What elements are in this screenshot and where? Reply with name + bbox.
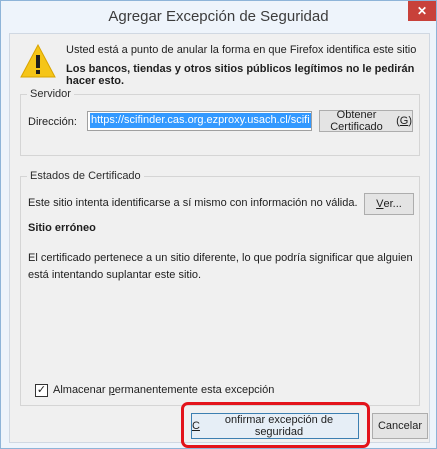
certificate-legend: Estados de Certificado: [27, 170, 144, 182]
close-icon: ✕: [416, 4, 428, 18]
address-value: https://scifinder.cas.org.ezproxy.usach.…: [90, 113, 311, 128]
view-certificate-button[interactable]: Ver...: [364, 193, 414, 215]
view-label-rest: er...: [383, 198, 402, 210]
address-input[interactable]: https://scifinder.cas.org.ezproxy.usach.…: [87, 111, 312, 131]
get-certificate-label: Obtener Certificado: [330, 109, 383, 133]
get-certificate-button[interactable]: Obtener Certificado (G): [319, 109, 413, 133]
warning-text: Usted está a punto de anular la forma en…: [66, 44, 417, 56]
dialog-title: Agregar Excepción de Seguridad: [108, 8, 329, 25]
warning-icon: [20, 44, 56, 78]
permanent-checkbox-label[interactable]: Almacenar permanentemente esta excepción: [53, 384, 274, 396]
certificate-status-group: Estados de Certificado Este sitio intent…: [20, 170, 420, 406]
server-legend: Servidor: [27, 88, 74, 100]
warning-bold-text: Los bancos, tiendas y otros sitios públi…: [66, 63, 415, 87]
close-button[interactable]: ✕: [408, 1, 436, 21]
cancel-button[interactable]: Cancelar: [372, 413, 428, 439]
dialog-body: Usted está a punto de anular la forma en…: [9, 33, 430, 448]
title-bar[interactable]: Agregar Excepción de Seguridad ✕: [1, 1, 436, 31]
certificate-problem-description: El certificado pertenece a un sitio dife…: [28, 252, 413, 281]
dialog-window: Agregar Excepción de Seguridad ✕ Usted e…: [0, 0, 437, 449]
view-accel: V: [376, 198, 384, 210]
confirm-highlight-annotation: [181, 402, 370, 448]
check-mark-icon: ✓: [36, 384, 47, 396]
permanent-checkbox[interactable]: ✓: [35, 384, 48, 397]
certificate-status-text: Este sitio intenta identificarse a sí mi…: [28, 197, 358, 209]
permanent-label-suffix: ermanentemente esta excepción: [114, 384, 275, 396]
get-certificate-accel: G: [399, 115, 409, 127]
certificate-problem-title: Sitio erróneo: [28, 222, 96, 234]
address-label: Dirección:: [28, 116, 77, 128]
permanent-label-prefix: Almacenar: [53, 384, 109, 396]
server-group: Servidor Dirección: https://scifinder.ca…: [20, 88, 420, 156]
